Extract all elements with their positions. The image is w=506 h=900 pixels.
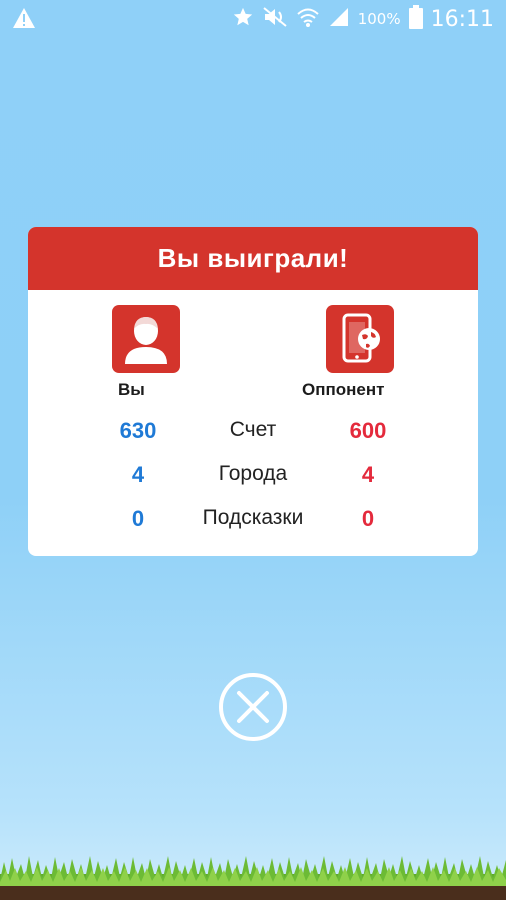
- opponent-score: 600: [349, 418, 387, 443]
- user-icon: [112, 305, 180, 373]
- signal-icon: [328, 6, 350, 33]
- grass-decoration: [0, 856, 506, 900]
- result-dialog: Вы выиграли! Вы Оппонент 630 Счет 600 4 …: [28, 227, 478, 556]
- phone-globe-icon: [326, 305, 394, 373]
- battery-icon: [408, 4, 423, 34]
- star-icon: [232, 6, 254, 33]
- player-you-label: Вы: [118, 380, 145, 399]
- wifi-icon: [296, 6, 320, 33]
- close-icon: [237, 691, 269, 723]
- score-row: 4 Города 4: [28, 462, 478, 492]
- player-opponent-label: Оппонент: [302, 380, 385, 399]
- warning-icon: [12, 7, 36, 34]
- status-bar: 100% 16:11: [0, 0, 506, 38]
- dialog-title: Вы выиграли!: [157, 243, 349, 273]
- score-row: 0 Подсказки 0: [28, 506, 478, 536]
- battery-percent: 100%: [357, 10, 401, 28]
- opponent-cities: 4: [361, 462, 375, 487]
- opponent-hints: 0: [361, 506, 375, 531]
- dialog-header: Вы выиграли!: [28, 227, 478, 290]
- mute-icon: [262, 6, 288, 33]
- close-button[interactable]: [219, 673, 287, 741]
- score-row: 630 Счет 600: [28, 418, 478, 448]
- status-time: 16:11: [430, 6, 494, 32]
